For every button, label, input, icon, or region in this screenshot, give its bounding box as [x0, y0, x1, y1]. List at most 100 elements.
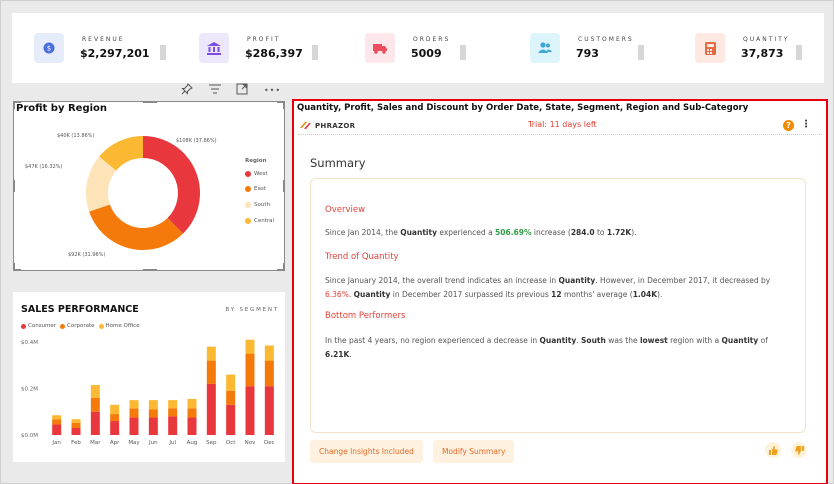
bar-corporate-jan[interactable] — [52, 419, 62, 425]
kpi-value: $286,397 — [245, 47, 303, 60]
bar-consumer-jan[interactable] — [52, 424, 62, 435]
bar-corporate-oct[interactable] — [226, 390, 236, 405]
x-tick-label: Aug — [187, 440, 198, 446]
kpi-value: 37,873 — [741, 47, 784, 60]
bar-consumer-mar[interactable] — [90, 411, 100, 435]
phrazor-summary-visual[interactable]: Quantity, Profit, Sales and Discount by … — [292, 99, 828, 484]
bar-home-office-apr[interactable] — [110, 404, 120, 415]
resize-handle[interactable] — [13, 180, 15, 192]
more-options-icon[interactable]: ••• — [264, 86, 281, 95]
legend-label: East — [254, 186, 266, 192]
sales-performance-visual[interactable]: SALES PERFORMANCE BY SEGMENT Consumer Co… — [13, 292, 285, 462]
donut-slice-west[interactable] — [143, 136, 200, 234]
trial-notice: Trial: 11 days left — [528, 120, 597, 129]
bar-home-office-oct[interactable] — [226, 374, 236, 391]
bar-home-office-jul[interactable] — [168, 400, 178, 409]
bar-consumer-sep[interactable] — [206, 383, 216, 435]
legend-marker — [245, 186, 251, 192]
change-insights-button[interactable]: Change Insights Included — [310, 440, 423, 463]
kpi-value: 793 — [576, 47, 599, 60]
profit-by-region-visual[interactable]: Profit by Region $40K (13.86%) $108K (37… — [13, 101, 285, 271]
kpi-bar: $ REVENUE $2,297,201 PROFIT $286,397 ORD… — [12, 13, 824, 83]
bar-home-office-jun[interactable] — [148, 400, 158, 410]
bar-home-office-aug[interactable] — [187, 398, 197, 409]
legend-item-south[interactable]: South — [245, 202, 270, 208]
bar-corporate-aug[interactable] — [187, 408, 197, 418]
section-title-overview: Overview — [325, 205, 366, 215]
summary-content: Overview Since Jan 2014, the Quantity ex… — [310, 178, 806, 433]
resize-handle[interactable] — [143, 101, 157, 103]
legend-item-west[interactable]: West — [245, 171, 268, 177]
resize-handle[interactable] — [143, 269, 157, 271]
bar-corporate-feb[interactable] — [71, 422, 81, 429]
kpi-label: PROFIT — [247, 36, 281, 43]
kpi-indicator — [638, 45, 644, 60]
kpi-label: ORDERS — [413, 36, 451, 43]
bar-consumer-aug[interactable] — [187, 417, 197, 435]
phrazor-logo: PHRAZOR — [300, 121, 355, 130]
thumbs-down-icon[interactable] — [791, 442, 807, 458]
resize-handle[interactable] — [283, 263, 285, 271]
trend-text: Since January 2014, the overall trend in… — [325, 276, 771, 299]
bar-corporate-apr[interactable] — [110, 414, 120, 422]
legend-label: West — [254, 171, 268, 177]
pin-icon[interactable] — [181, 82, 193, 98]
bar-consumer-may[interactable] — [129, 417, 139, 435]
help-icon[interactable]: ? — [783, 120, 794, 131]
legend-label: South — [254, 202, 270, 208]
x-tick-label: Jan — [51, 440, 61, 446]
bar-home-office-dec[interactable] — [264, 345, 274, 361]
bar-consumer-oct[interactable] — [226, 404, 236, 435]
bar-consumer-jun[interactable] — [148, 417, 158, 435]
legend-title: Region — [245, 158, 267, 164]
thumbs-up-icon[interactable] — [765, 442, 781, 458]
x-tick-label: Dec — [264, 440, 275, 446]
legend-item-central[interactable]: Central — [245, 218, 274, 224]
kpi-indicator — [312, 45, 318, 60]
bar-home-office-may[interactable] — [129, 400, 139, 409]
bar-corporate-may[interactable] — [129, 408, 139, 418]
divider — [298, 134, 822, 135]
brand-name: PHRAZOR — [315, 121, 356, 130]
legend-item-east[interactable]: East — [245, 186, 266, 192]
y-tick-label: $0.0M — [21, 433, 38, 439]
x-tick-label: Apr — [110, 440, 120, 446]
section-title-bottom-performers: Bottom Performers — [325, 311, 406, 321]
more-options-icon[interactable]: ⋮ — [801, 120, 811, 130]
bar-corporate-jun[interactable] — [148, 409, 158, 418]
modify-summary-button[interactable]: Modify Summary — [433, 440, 515, 463]
summary-heading: Summary — [310, 156, 366, 170]
bar-home-office-jan[interactable] — [52, 415, 62, 420]
stacked-bar-chart: $0.0M $0.2M $0.4M Jan Feb Mar Apr May Jun Jul Aug S… — [21, 339, 275, 446]
bar-consumer-feb[interactable] — [71, 428, 81, 435]
legend-label: Central — [254, 218, 275, 224]
focus-mode-icon[interactable] — [236, 83, 248, 98]
bar-consumer-jul[interactable] — [168, 416, 178, 435]
bar-corporate-jul[interactable] — [168, 408, 178, 417]
bar-consumer-dec[interactable] — [264, 386, 274, 435]
bar-home-office-nov[interactable] — [245, 339, 255, 354]
resize-handle[interactable] — [283, 180, 285, 192]
svg-text:$: $ — [47, 45, 51, 53]
donut-slice-east[interactable] — [89, 204, 183, 250]
bar-corporate-nov[interactable] — [245, 353, 255, 387]
slice-label-central: $40K (13.86%) — [57, 133, 95, 139]
x-tick-label: Feb — [71, 440, 81, 446]
bar-home-office-sep[interactable] — [206, 346, 216, 361]
slice-label-south: $47K (16.32%) — [25, 164, 63, 170]
kpi-value: 5009 — [411, 47, 442, 60]
resize-handle[interactable] — [13, 101, 15, 109]
legend-marker — [245, 218, 251, 224]
bar-home-office-mar[interactable] — [90, 385, 100, 398]
bar-corporate-sep[interactable] — [206, 360, 216, 384]
resize-handle[interactable] — [13, 263, 15, 271]
bar-consumer-nov[interactable] — [245, 386, 255, 435]
filter-icon[interactable] — [208, 84, 221, 97]
bar-corporate-mar[interactable] — [90, 397, 100, 412]
kpi-indicator — [460, 45, 466, 60]
bar-consumer-apr[interactable] — [110, 421, 120, 435]
bar-corporate-dec[interactable] — [264, 360, 274, 387]
bar-home-office-feb[interactable] — [71, 419, 81, 423]
resize-handle[interactable] — [283, 101, 285, 109]
report-canvas: $ REVENUE $2,297,201 PROFIT $286,397 ORD… — [0, 0, 834, 484]
